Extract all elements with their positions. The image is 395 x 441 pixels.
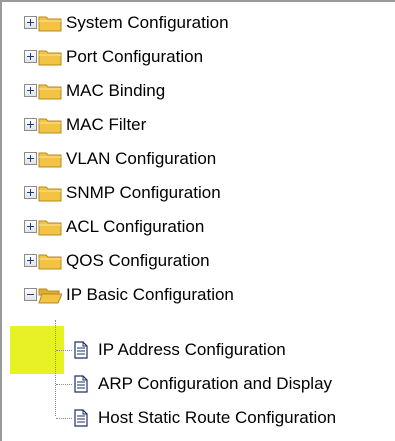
tree-node-ip-basic-configuration[interactable]: IP Basic Configuration — [2, 278, 395, 312]
tree-node-system-configuration[interactable]: System Configuration — [2, 6, 395, 40]
tree-node-label[interactable]: ACL Configuration — [66, 217, 204, 237]
folder-closed-icon — [38, 220, 62, 236]
tree-node-acl-configuration[interactable]: ACL Configuration — [2, 210, 395, 244]
folder-closed-icon — [38, 118, 62, 134]
tree-node-host-static-route-configuration[interactable]: Host Static Route Configuration — [2, 400, 395, 434]
plus-box-icon[interactable] — [24, 84, 37, 97]
tree-node-label[interactable]: Port Configuration — [66, 47, 203, 67]
tree-node-label[interactable]: ARP Configuration and Display — [98, 374, 332, 394]
tree-connector-branch — [56, 350, 72, 351]
tree-node-mac-binding[interactable]: MAC Binding — [2, 74, 395, 108]
folder-closed-icon — [38, 84, 62, 100]
tree-node-vlan-configuration[interactable]: VLAN Configuration — [2, 142, 395, 176]
tree-node-label[interactable]: SNMP Configuration — [66, 183, 221, 203]
folder-open-icon — [38, 288, 62, 304]
plus-box-icon[interactable] — [24, 254, 37, 267]
plus-box-icon[interactable] — [24, 118, 37, 131]
plus-box-icon[interactable] — [24, 50, 37, 63]
tree-node-label[interactable]: MAC Filter — [66, 115, 146, 135]
plus-box-icon[interactable] — [24, 220, 37, 233]
tree-connector-branch — [56, 384, 72, 385]
tree-node-arp-configuration-and-display[interactable]: ARP Configuration and Display — [2, 366, 395, 400]
plus-box-icon[interactable] — [24, 152, 37, 165]
tree-node-label[interactable]: MAC Binding — [66, 81, 165, 101]
folder-closed-icon — [38, 16, 62, 32]
tree-node-label[interactable]: IP Basic Configuration — [66, 285, 234, 305]
tree-node-label[interactable]: QOS Configuration — [66, 251, 210, 271]
tree-node-mac-filter[interactable]: MAC Filter — [2, 108, 395, 142]
folder-closed-icon — [38, 186, 62, 202]
minus-box-icon[interactable] — [24, 288, 37, 301]
tree-node-label[interactable]: Host Static Route Configuration — [98, 408, 336, 428]
folder-closed-icon — [38, 152, 62, 168]
tree-node-port-configuration[interactable]: Port Configuration — [2, 40, 395, 74]
navigation-tree: System Configuration Port Configuration … — [2, 2, 395, 441]
tree-node-ip-address-configuration[interactable]: IP Address Configuration — [2, 332, 395, 366]
tree-node-qos-configuration[interactable]: QOS Configuration — [2, 244, 395, 278]
document-icon — [74, 341, 88, 359]
tree-node-label[interactable]: System Configuration — [66, 13, 229, 33]
folder-closed-icon — [38, 254, 62, 270]
tree-node-snmp-configuration[interactable]: SNMP Configuration — [2, 176, 395, 210]
tree-connector-branch — [56, 418, 72, 419]
plus-box-icon[interactable] — [24, 16, 37, 29]
tree-node-label[interactable]: IP Address Configuration — [98, 340, 286, 360]
folder-closed-icon — [38, 50, 62, 66]
document-icon — [74, 375, 88, 393]
tree-node-label[interactable]: VLAN Configuration — [66, 149, 216, 169]
plus-box-icon[interactable] — [24, 186, 37, 199]
document-icon — [74, 409, 88, 427]
